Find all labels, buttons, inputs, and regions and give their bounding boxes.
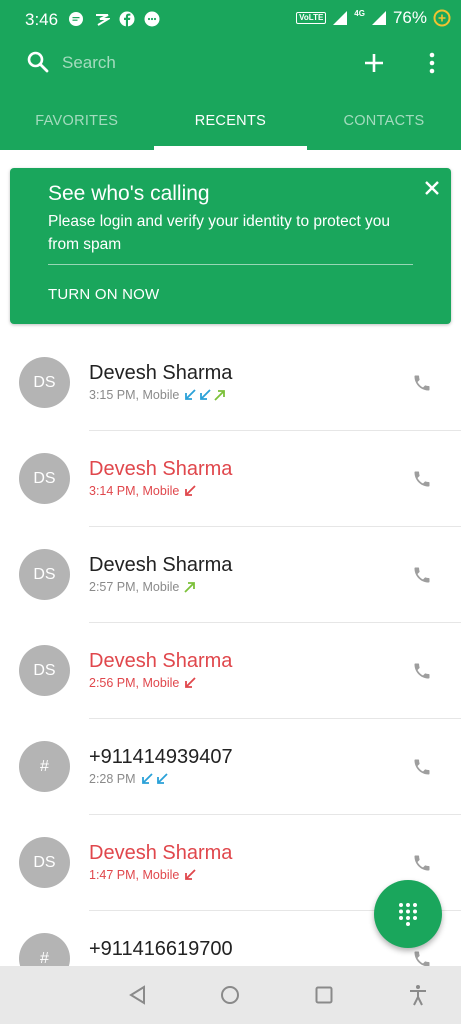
search-bar[interactable]: Search: [0, 40, 461, 86]
avatar: DS: [19, 645, 70, 696]
call-row[interactable]: # +911414939407 2:28 PM: [0, 719, 461, 815]
call-row[interactable]: DS Devesh Sharma 3:14 PM, Mobile: [0, 431, 461, 527]
incoming-call-icon: [200, 389, 211, 400]
outgoing-call-icon: [184, 582, 196, 593]
chat-notification-icon: [144, 11, 160, 27]
phone-icon[interactable]: [412, 853, 432, 873]
battery-percent: 76%: [392, 8, 427, 27]
incoming-call-icon: [141, 773, 153, 784]
call-row[interactable]: DS Devesh Sharma 3:15 PM, Mobile: [0, 335, 461, 431]
caller-name: Devesh Sharma: [89, 554, 233, 576]
caller-number: +911416619700: [89, 938, 233, 960]
accessibility-icon[interactable]: [407, 984, 429, 1006]
avatar: DS: [19, 549, 70, 600]
avatar: #: [19, 741, 70, 792]
app-notification-icon: [96, 14, 110, 26]
tab-contacts[interactable]: CONTACTS: [307, 100, 461, 150]
status-bar: 3:46 VoLTE 4G 76%: [0, 0, 461, 38]
caller-number: +911414939407: [89, 746, 233, 768]
tab-bar: FAVORITES RECENTS CONTACTS: [0, 100, 461, 150]
call-detail: 2:28 PM: [89, 772, 136, 786]
caller-name: Devesh Sharma: [89, 458, 233, 480]
dialpad-button[interactable]: [374, 880, 442, 948]
missed-call-icon: [185, 485, 196, 496]
phone-icon[interactable]: [412, 661, 432, 681]
avatar: DS: [19, 453, 70, 504]
close-icon[interactable]: [422, 178, 442, 198]
system-nav-bar: [0, 966, 461, 1024]
phone-icon[interactable]: [412, 469, 432, 489]
phone-icon[interactable]: [412, 373, 432, 393]
battery-icon: [433, 9, 451, 27]
search-icon[interactable]: [26, 50, 50, 74]
search-input[interactable]: Search: [62, 53, 116, 73]
avatar: DS: [19, 837, 70, 888]
caller-name: Devesh Sharma: [89, 650, 233, 672]
incoming-call-icon: [185, 389, 196, 400]
turn-on-now-button[interactable]: TURN ON NOW: [48, 286, 159, 303]
more-vert-icon[interactable]: [422, 50, 442, 76]
call-row[interactable]: DS Devesh Sharma 2:57 PM, Mobile: [0, 527, 461, 623]
recents-icon[interactable]: [313, 984, 335, 1006]
call-detail: 2:57 PM, Mobile: [89, 580, 180, 594]
call-detail: 1:47 PM, Mobile: [89, 868, 180, 882]
missed-call-icon: [185, 869, 196, 880]
banner-title: See who's calling: [48, 182, 210, 205]
phone-icon[interactable]: [412, 757, 432, 777]
status-time: 3:46: [25, 10, 59, 29]
missed-call-icon: [185, 677, 196, 688]
caller-name: Devesh Sharma: [89, 842, 233, 864]
banner-text: Please login and verify your identity to…: [48, 213, 391, 253]
active-tab-indicator: [154, 146, 307, 150]
tab-recents[interactable]: RECENTS: [154, 100, 308, 150]
incoming-call-icon: [156, 773, 168, 784]
dialpad-icon: [399, 903, 417, 926]
call-detail: 2:56 PM, Mobile: [89, 676, 180, 690]
signal-icon: [333, 11, 348, 25]
tab-favorites[interactable]: FAVORITES: [0, 100, 154, 150]
network-type: 4G: [354, 8, 365, 18]
app-header: 3:46 VoLTE 4G 76% Search FAVORITES RECEN…: [0, 0, 461, 150]
facebook-notification-icon: [119, 11, 135, 27]
caller-name: Devesh Sharma: [89, 362, 233, 384]
caller-id-banner: See who's calling Please login and verif…: [10, 168, 451, 324]
call-row[interactable]: DS Devesh Sharma 2:56 PM, Mobile: [0, 623, 461, 719]
phone-icon[interactable]: [412, 565, 432, 585]
back-icon[interactable]: [127, 984, 149, 1006]
messages-notification-icon: [69, 12, 83, 26]
volte-badge: VoLTE: [296, 12, 327, 24]
signal-icon-2: [371, 11, 386, 25]
outgoing-call-icon: [214, 390, 226, 401]
banner-divider: [48, 264, 413, 265]
home-icon[interactable]: [219, 984, 241, 1006]
call-detail: 3:14 PM, Mobile: [89, 484, 180, 498]
plus-icon[interactable]: [362, 51, 386, 75]
call-detail: 3:15 PM, Mobile: [89, 388, 180, 402]
avatar: DS: [19, 357, 70, 408]
